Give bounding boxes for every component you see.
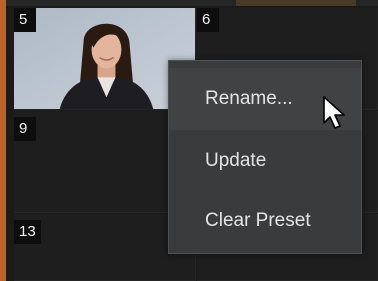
preset-number-badge: 9 — [14, 117, 36, 141]
preset-number-badge: 6 — [197, 8, 219, 32]
preset-context-menu: Rename... Update Clear Preset — [168, 60, 362, 254]
top-strip-thumbnail-edge — [236, 0, 356, 6]
menu-item-update[interactable]: Update — [169, 130, 361, 192]
mouse-pointer-icon — [323, 96, 345, 129]
top-strip — [6, 0, 378, 6]
preset-number-badge: 5 — [14, 8, 36, 32]
panel-accent-bar — [0, 0, 6, 281]
preset-number-badge: 13 — [14, 220, 41, 244]
preset-grid-panel: 5 6 9 13 Rename... Update Clear Preset — [0, 0, 378, 281]
menu-item-clear-preset[interactable]: Clear Preset — [169, 190, 361, 252]
